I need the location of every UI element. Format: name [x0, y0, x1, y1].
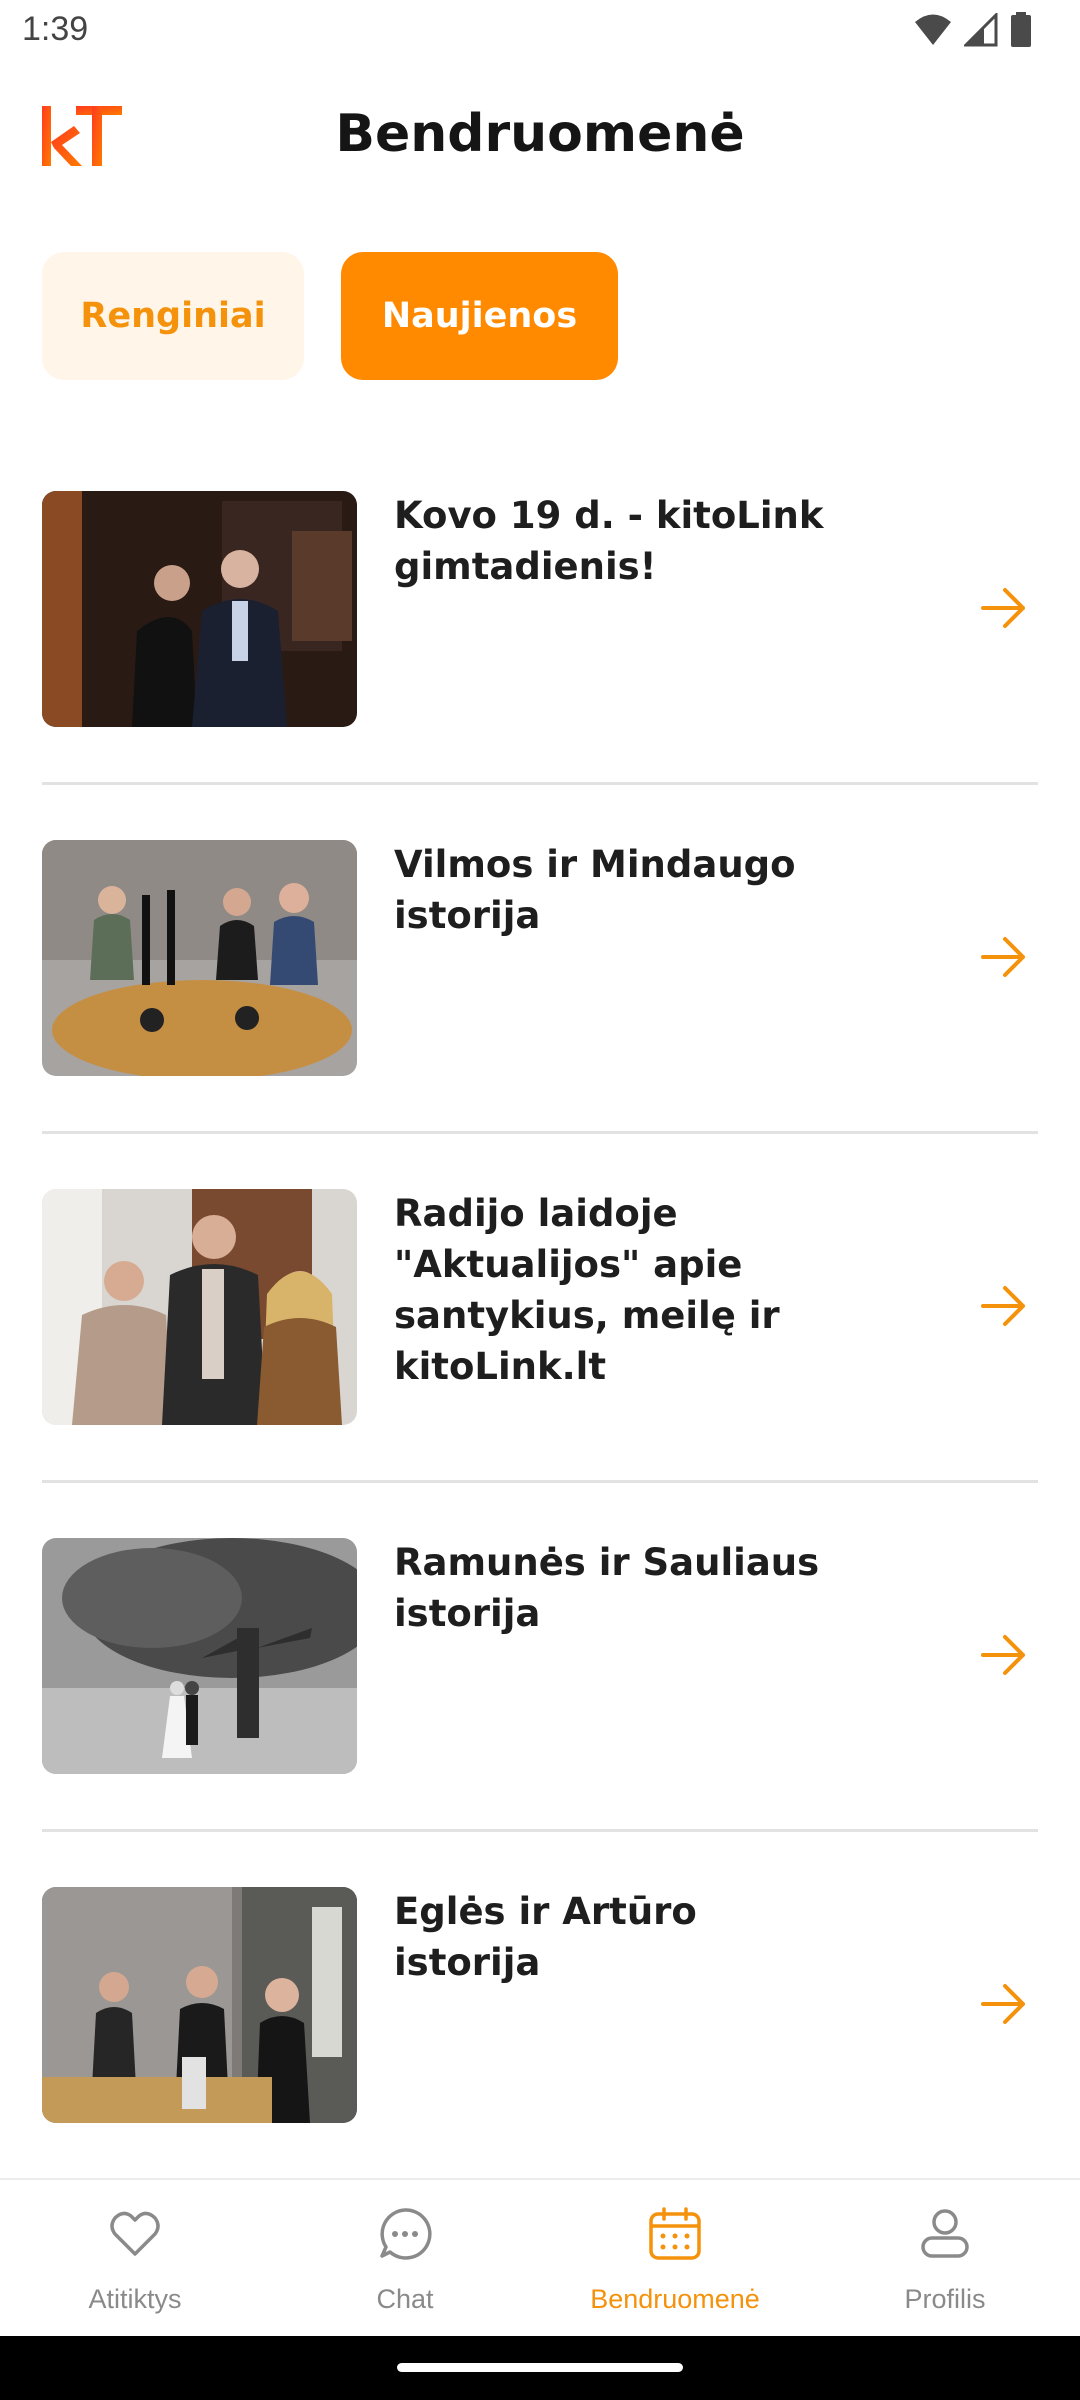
nav-label: Chat: [376, 2284, 434, 2314]
nav-label: Bendruomenė: [590, 2284, 760, 2314]
nav-item-atitiktys[interactable]: Atitiktys: [0, 2180, 270, 2338]
news-title: Eglės ir Artūro istorija: [394, 1890, 697, 1984]
tab-events[interactable]: Renginiai: [42, 252, 304, 380]
bottom-navigation: Atitiktys Chat Bendruomenė Profilis: [0, 2178, 1080, 2336]
arrow-right-icon[interactable]: [980, 586, 1028, 630]
news-title: Kovo 19 d. - kitoLink gimtadienis!: [394, 494, 824, 588]
news-title: Radijo laidoje "Aktualijos" apie santyki…: [394, 1192, 780, 1388]
news-list: Kovo 19 d. - kitoLink gimtadienis! Vilmo…: [0, 458, 1080, 2203]
news-item[interactable]: Vilmos ir Mindaugo istorija: [0, 807, 1080, 1156]
news-thumbnail: [42, 840, 357, 1076]
divider: [42, 1131, 1038, 1134]
news-thumbnail: [42, 1887, 357, 2123]
status-time: 1:39: [22, 10, 89, 48]
nav-item-chat[interactable]: Chat: [270, 2180, 540, 2338]
divider: [42, 1480, 1038, 1483]
news-item[interactable]: Radijo laidoje "Aktualijos" apie santyki…: [0, 1156, 1080, 1505]
page-title: Bendruomenė: [335, 104, 745, 164]
home-gesture-handle[interactable]: [397, 2363, 683, 2372]
status-icons: [914, 12, 1032, 48]
news-item[interactable]: Ramunės ir Sauliaus istorija: [0, 1505, 1080, 1854]
system-gesture-bar: [0, 2336, 1080, 2400]
nav-item-bendruomene[interactable]: Bendruomenė: [540, 2180, 810, 2338]
signal-icon: [964, 13, 998, 47]
calendar-icon: [649, 2207, 701, 2260]
news-thumbnail: [42, 1538, 357, 1774]
arrow-right-icon[interactable]: [980, 1284, 1028, 1328]
chat-icon: [380, 2208, 432, 2260]
nav-item-profilis[interactable]: Profilis: [810, 2180, 1080, 2338]
heart-icon: [110, 2211, 160, 2256]
news-item[interactable]: Eglės ir Artūro istorija: [0, 1854, 1080, 2203]
news-thumbnail: [42, 491, 357, 727]
arrow-right-icon[interactable]: [980, 1982, 1028, 2026]
battery-icon: [1011, 12, 1031, 47]
tab-news[interactable]: Naujienos: [341, 252, 618, 380]
divider: [42, 1829, 1038, 1832]
news-title: Vilmos ir Mindaugo istorija: [394, 843, 796, 937]
arrow-right-icon[interactable]: [980, 935, 1028, 979]
nav-label: Atitiktys: [88, 2284, 182, 2314]
news-item[interactable]: Kovo 19 d. - kitoLink gimtadienis!: [0, 458, 1080, 807]
news-title: Ramunės ir Sauliaus istorija: [394, 1541, 820, 1635]
divider: [42, 782, 1038, 785]
profile-icon: [921, 2209, 969, 2258]
status-bar: 1:39: [0, 0, 1080, 64]
nav-label: Profilis: [904, 2284, 986, 2314]
news-thumbnail: [42, 1189, 357, 1425]
wifi-icon: [915, 14, 951, 45]
arrow-right-icon[interactable]: [980, 1633, 1028, 1677]
